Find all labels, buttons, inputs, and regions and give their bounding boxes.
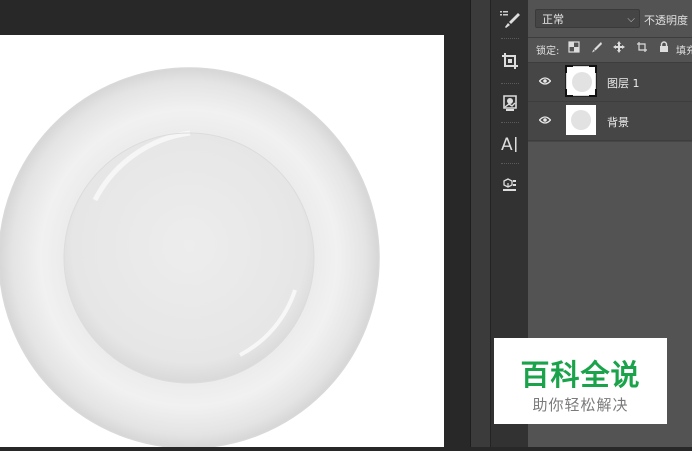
watermark-title: 百科全说 xyxy=(520,358,641,392)
lock-label: 锁定: xyxy=(536,46,560,57)
lock-artboard-icon[interactable] xyxy=(636,41,648,53)
layers-list: 图层 1 背景 xyxy=(528,62,692,142)
stamp-tool-icon[interactable] xyxy=(495,90,525,116)
3d-object-icon[interactable] xyxy=(495,172,525,198)
layer-row-background[interactable]: 背景 xyxy=(528,102,692,141)
eye-icon[interactable] xyxy=(539,76,551,86)
blend-mode-select[interactable]: 正常 ⌵ xyxy=(535,9,640,28)
document-workspace xyxy=(0,0,470,449)
blend-mode-value: 正常 xyxy=(542,13,564,26)
lock-row: 锁定: 填充 xyxy=(528,38,692,60)
layer-name[interactable]: 图层 1 xyxy=(607,75,640,91)
plate-image xyxy=(0,67,380,449)
watermark-subtitle: 助你轻松解决 xyxy=(532,396,629,414)
layer-name[interactable]: 背景 xyxy=(607,114,629,130)
chevron-down-icon: ⌵ xyxy=(627,14,635,25)
thumbnail-plate xyxy=(571,110,591,130)
lock-position-icon[interactable] xyxy=(613,41,625,53)
watermark-logo: 百科全说 助你轻松解决 xyxy=(494,338,667,424)
selection-corner xyxy=(589,89,597,97)
svg-text:A: A xyxy=(501,135,513,154)
lock-all-icon[interactable] xyxy=(658,41,670,53)
text-tool-icon[interactable]: A xyxy=(495,131,525,157)
layer-thumbnail[interactable] xyxy=(566,105,596,135)
lock-transparent-pixels-icon[interactable] xyxy=(568,41,580,53)
layers-options-row: 正常 ⌵ 不透明度 xyxy=(528,0,692,38)
selection-corner xyxy=(589,65,597,73)
document-canvas[interactable] xyxy=(0,35,444,449)
selection-corner xyxy=(565,89,573,97)
panel-grip[interactable] xyxy=(501,122,519,125)
fill-label: 填充 xyxy=(676,46,692,57)
lock-image-pixels-icon[interactable] xyxy=(591,41,603,53)
layer-row-layer1[interactable]: 图层 1 xyxy=(528,63,692,102)
opacity-label: 不透明度 xyxy=(644,14,688,27)
eye-icon[interactable] xyxy=(539,115,551,125)
selection-corner xyxy=(565,65,573,73)
panel-divider[interactable] xyxy=(470,0,491,447)
crop-tool-icon[interactable] xyxy=(495,48,525,74)
layer-thumbnail[interactable] xyxy=(565,65,597,97)
panel-grip[interactable] xyxy=(501,163,519,166)
panel-grip[interactable] xyxy=(501,38,519,41)
panel-grip[interactable] xyxy=(501,83,519,86)
brush-tool-icon[interactable] xyxy=(495,6,525,32)
